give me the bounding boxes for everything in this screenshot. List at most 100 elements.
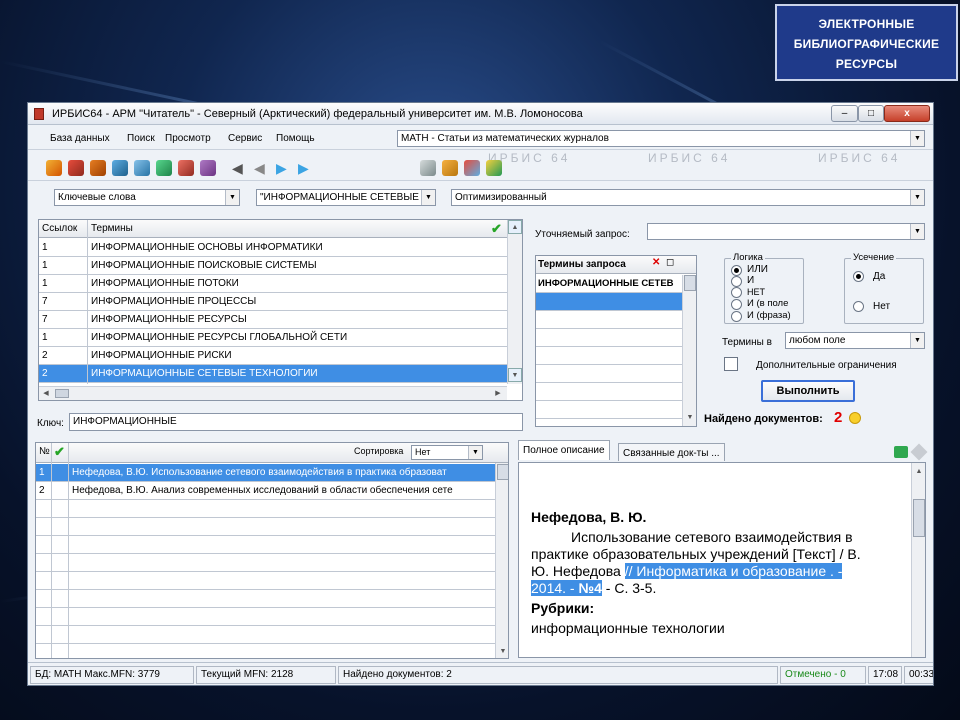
books-icon[interactable] bbox=[200, 160, 216, 176]
result-row-empty bbox=[36, 518, 495, 536]
logic-and-field-radio[interactable] bbox=[731, 299, 742, 310]
logic-and-phrase-radio[interactable] bbox=[731, 311, 742, 322]
menubar: База данных Поиск Просмотр Сервис Помощь… bbox=[28, 126, 933, 150]
logic-or-radio[interactable] bbox=[731, 265, 742, 276]
spell-check-icon[interactable] bbox=[486, 160, 502, 176]
prev-record-icon[interactable]: ◀ bbox=[254, 160, 270, 176]
menu-view[interactable]: Просмотр bbox=[165, 133, 211, 144]
copy-icon[interactable] bbox=[464, 160, 480, 176]
close-button[interactable]: x bbox=[884, 105, 930, 122]
dictionary-row[interactable]: 1 ИНФОРМАЦИОННЫЕ ПОИСКОВЫЕ СИСТЕМЫ bbox=[39, 257, 507, 275]
menu-help[interactable]: Помощь bbox=[276, 133, 315, 144]
row-refs: 1 bbox=[42, 332, 48, 343]
query-terms-scrollbar[interactable]: ▼ bbox=[682, 275, 696, 426]
description-scrollbar[interactable]: ▲ bbox=[911, 463, 925, 657]
checkmark-icon[interactable]: ✔ bbox=[54, 444, 65, 460]
book-icon[interactable] bbox=[178, 160, 194, 176]
truncation-group: Усечение Да Нет bbox=[844, 252, 924, 324]
scroll-left-icon[interactable]: ◀ bbox=[39, 387, 53, 400]
first-record-icon[interactable]: ◀ bbox=[232, 160, 248, 176]
dictionary-row[interactable]: 7 ИНФОРМАЦИОННЫЕ РЕСУРСЫ bbox=[39, 311, 507, 329]
scroll-thumb[interactable] bbox=[684, 275, 696, 291]
search-mode-select[interactable]: Оптимизированный ▼ bbox=[451, 189, 925, 206]
scroll-up-icon[interactable]: ▲ bbox=[912, 465, 925, 479]
search-term-select[interactable]: "ИНФОРМАЦИОННЫЕ СЕТЕВЫЕ ▼ bbox=[256, 189, 436, 206]
search-field-select[interactable]: Ключевые слова ▼ bbox=[54, 189, 240, 206]
description-highlight-bold: №4 bbox=[578, 580, 602, 596]
logic-and-label: И bbox=[747, 275, 755, 286]
extra-restrictions-checkbox[interactable] bbox=[724, 357, 738, 371]
result-row-selected[interactable]: 1 Нефедова, В.Ю. Использование сетевого в… bbox=[36, 464, 495, 482]
maximize-button[interactable]: □ bbox=[858, 105, 884, 122]
dictionary-row[interactable]: 1 ИНФОРМАЦИОННЫЕ РЕСУРСЫ ГЛОБАЛЬНОЙ СЕТИ bbox=[39, 329, 507, 347]
description-line: практике образовательных учреждений [Тек… bbox=[531, 546, 861, 562]
truncation-yes-radio[interactable] bbox=[853, 271, 864, 282]
checkmark-icon[interactable]: ✔ bbox=[491, 221, 502, 237]
search-icon[interactable] bbox=[68, 160, 84, 176]
briefcase-icon[interactable] bbox=[90, 160, 106, 176]
query-term-item[interactable]: ИНФОРМАЦИОННЫЕ СЕТЕВ bbox=[536, 275, 682, 293]
scroll-thumb[interactable] bbox=[497, 464, 508, 480]
terms-in-value: любом поле bbox=[789, 335, 846, 346]
row-term: ИНФОРМАЦИОННЫЕ РЕСУРСЫ ГЛОБАЛЬНОЙ СЕТИ bbox=[91, 332, 348, 343]
menu-service[interactable]: Сервис bbox=[228, 133, 262, 144]
export-icon[interactable] bbox=[156, 160, 172, 176]
terms-in-select[interactable]: любом поле ▼ bbox=[785, 332, 925, 349]
query-terms-panel: Термины запроса ✕ ◻ ИНФОРМАЦИОННЫЕ СЕТЕВ… bbox=[535, 255, 697, 427]
database-select[interactable]: MATH - Статьи из математических журналов… bbox=[397, 130, 925, 147]
tag-icon[interactable] bbox=[910, 443, 928, 461]
query-term-empty-selected[interactable] bbox=[536, 293, 682, 311]
menu-search[interactable]: Поиск bbox=[127, 133, 155, 144]
result-row[interactable]: 2 Нефедова, В.Ю. Анализ современных иссле… bbox=[36, 482, 495, 500]
minimize-button[interactable]: – bbox=[831, 105, 858, 122]
print-preview-icon[interactable] bbox=[442, 160, 458, 176]
dictionary-hscrollbar[interactable]: ◀ ▶ bbox=[39, 386, 507, 400]
dictionary-row[interactable]: 1 ИНФОРМАЦИОННЫЕ ПОТОКИ bbox=[39, 275, 507, 293]
document-icon[interactable] bbox=[112, 160, 128, 176]
result-row-empty bbox=[36, 500, 495, 518]
result-text: Нефедова, В.Ю. Анализ современных исслед… bbox=[72, 485, 453, 496]
tab-linked-documents[interactable]: Связанные док-ты ... bbox=[618, 443, 725, 461]
scroll-down-icon[interactable]: ▼ bbox=[508, 368, 522, 382]
dictionary-row[interactable]: 2 ИНФОРМАЦИОННЫЕ РИСКИ bbox=[39, 347, 507, 365]
dictionary-row[interactable]: 7 ИНФОРМАЦИОННЫЕ ПРОЦЕССЫ bbox=[39, 293, 507, 311]
row-term: ИНФОРМАЦИОННЫЕ ПРОЦЕССЫ bbox=[91, 296, 257, 307]
print-icon[interactable] bbox=[420, 160, 436, 176]
delete-term-icon[interactable]: ✕ bbox=[652, 257, 660, 268]
print-list-icon[interactable] bbox=[134, 160, 150, 176]
truncation-no-radio[interactable] bbox=[853, 301, 864, 312]
logic-not-radio[interactable] bbox=[731, 287, 742, 298]
copy-term-icon[interactable]: ◻ bbox=[666, 257, 674, 268]
scroll-up-icon[interactable]: ▲ bbox=[508, 220, 522, 234]
execute-button[interactable]: Выполнить bbox=[761, 380, 855, 402]
scroll-down-icon[interactable]: ▼ bbox=[496, 645, 508, 658]
result-num: 2 bbox=[39, 485, 45, 496]
tab-full-description[interactable]: Полное описание bbox=[518, 440, 610, 460]
truncation-no-label: Нет bbox=[873, 301, 891, 312]
column-divider bbox=[87, 220, 88, 384]
dictionary-row-selected[interactable]: 2 ИНФОРМАЦИОННЫЕ СЕТЕВЫЕ ТЕХНОЛОГИИ bbox=[39, 365, 507, 383]
logic-or-label: ИЛИ bbox=[747, 264, 768, 275]
scroll-thumb[interactable] bbox=[55, 389, 69, 398]
description-text: - С. 3-5. bbox=[601, 580, 657, 596]
results-scrollbar[interactable]: ▼ bbox=[495, 463, 508, 658]
open-db-icon[interactable] bbox=[46, 160, 62, 176]
row-refs: 2 bbox=[42, 350, 48, 361]
menu-database[interactable]: База данных bbox=[50, 133, 110, 144]
row-term: ИНФОРМАЦИОННЫЕ ПОИСКОВЫЕ СИСТЕМЫ bbox=[91, 260, 317, 271]
scroll-thumb[interactable] bbox=[913, 499, 925, 537]
dictionary-row[interactable]: 1 ИНФОРМАЦИОННЫЕ ОСНОВЫ ИНФОРМАТИКИ bbox=[39, 239, 507, 257]
key-input[interactable]: ИНФОРМАЦИОННЫЕ bbox=[69, 413, 523, 431]
last-record-icon[interactable]: ▶ bbox=[298, 160, 314, 176]
dictionary-vscrollbar[interactable]: ▲ ▼ bbox=[507, 220, 522, 384]
logic-and-radio[interactable] bbox=[731, 276, 742, 287]
query-term-empty bbox=[536, 311, 682, 329]
refine-query-select[interactable]: ▼ bbox=[647, 223, 925, 240]
cart-icon[interactable] bbox=[894, 446, 908, 458]
description-line: Использование сетевого взаимодействия в bbox=[571, 529, 853, 545]
scroll-down-icon[interactable]: ▼ bbox=[683, 411, 696, 425]
extra-restrictions-label: Дополнительные ограничения bbox=[756, 360, 897, 371]
next-record-icon[interactable]: ▶ bbox=[276, 160, 292, 176]
sort-select[interactable]: Нет ▼ bbox=[411, 445, 483, 460]
scroll-right-icon[interactable]: ▶ bbox=[491, 387, 505, 400]
